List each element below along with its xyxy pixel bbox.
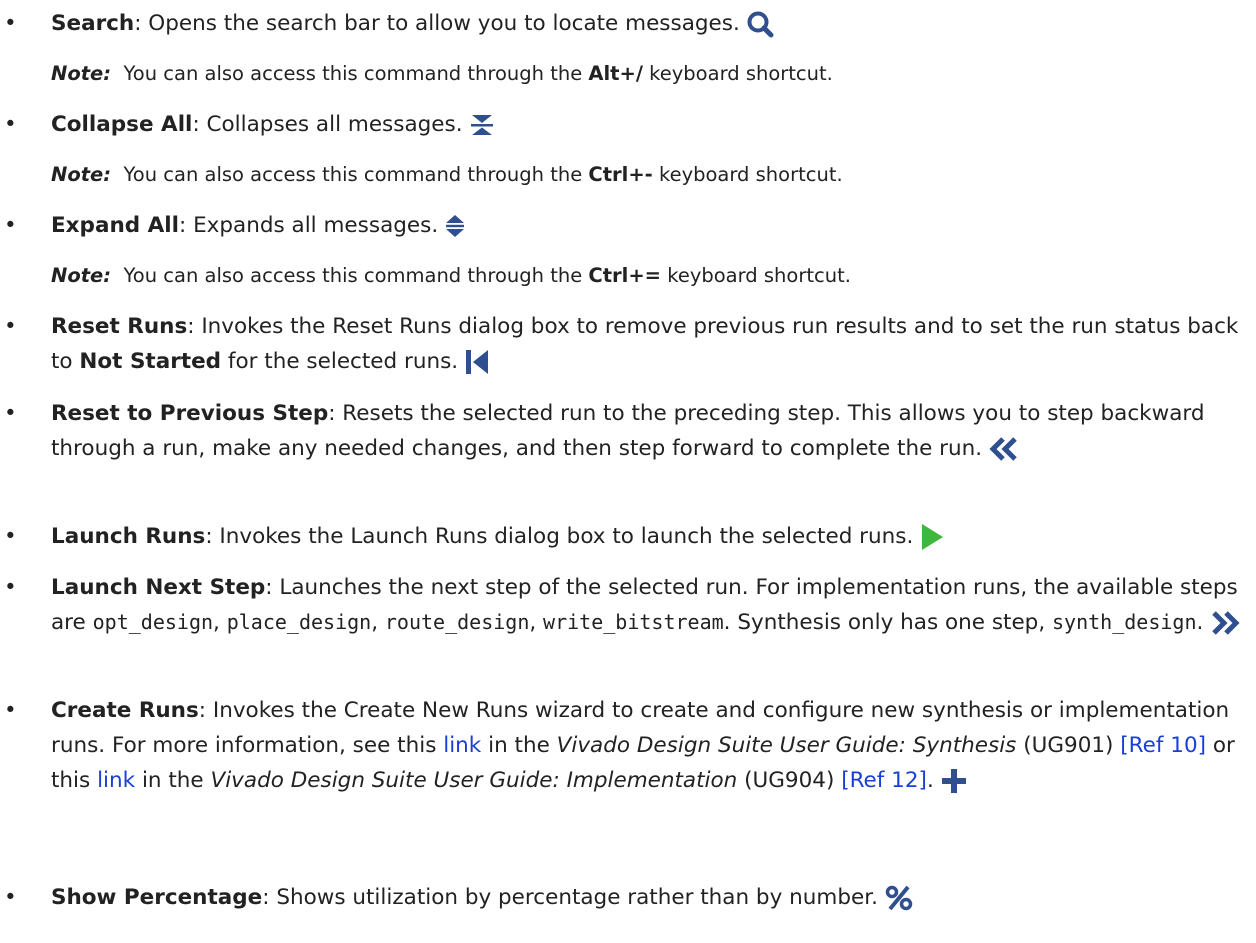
item-text: Expand All: Expands all messages. xyxy=(51,208,1246,243)
collapse-all-icon xyxy=(469,113,495,137)
note-prefix: You can also access this command through… xyxy=(123,163,583,186)
ref-10-link[interactable]: [Ref 10] xyxy=(1120,733,1206,758)
item-text: Collapse All: Collapses all messages. xyxy=(51,107,1246,142)
reset-previous-step-icon xyxy=(988,437,1020,461)
note-expand-all: Note: You can also access this command t… xyxy=(51,258,851,293)
implementation-link[interactable]: link xyxy=(97,768,135,793)
separator: , xyxy=(529,610,544,635)
command-description: . Synthesis only has one step, xyxy=(723,610,1052,635)
command-description: : Invokes the Launch Runs dialog box to … xyxy=(205,524,914,549)
command-name: Reset Runs xyxy=(51,314,188,339)
book-title: Vivado Design Suite User Guide: Implemen… xyxy=(210,768,738,793)
bullet: • xyxy=(4,524,17,549)
bullet: • xyxy=(4,314,17,339)
command-name: Search xyxy=(51,11,135,36)
command-description: for the selected runs. xyxy=(221,349,459,374)
search-icon xyxy=(746,10,774,38)
command-description: in the xyxy=(481,733,557,758)
bullet: • xyxy=(4,401,17,426)
percentage-icon xyxy=(884,885,914,911)
create-runs-icon xyxy=(940,767,968,795)
keyboard-shortcut: Alt+/ xyxy=(588,62,643,85)
item-text: Create Runs: Invokes the Create New Runs… xyxy=(51,693,1246,798)
command-name: Show Percentage xyxy=(51,885,263,910)
bullet: • xyxy=(4,213,17,238)
bullet: • xyxy=(4,698,17,723)
command-description: in the xyxy=(135,768,211,793)
note-suffix: keyboard shortcut. xyxy=(649,62,833,85)
note-suffix: keyboard shortcut. xyxy=(667,264,851,287)
item-text: Reset to Previous Step: Resets the selec… xyxy=(51,396,1246,466)
command-name: Create Runs xyxy=(51,698,199,723)
command-description: : Expands all messages. xyxy=(179,213,439,238)
separator: , xyxy=(371,610,385,635)
launch-next-step-icon xyxy=(1209,611,1241,635)
step-name: write_bitstream xyxy=(543,610,724,634)
command-description: : Opens the search bar to allow you to l… xyxy=(134,11,740,36)
item-text: Search: Opens the search bar to allow yo… xyxy=(51,6,1246,41)
reset-runs-icon xyxy=(464,348,490,376)
step-name: place_design xyxy=(226,610,372,634)
status-text: Not Started xyxy=(79,349,222,374)
note-collapse-all: Note: You can also access this command t… xyxy=(51,157,843,192)
command-name: Launch Next Step xyxy=(51,575,266,600)
note-prefix: You can also access this command through… xyxy=(123,264,583,287)
command-description: : Shows utilization by percentage rather… xyxy=(262,885,878,910)
separator: , xyxy=(213,610,227,635)
step-name: route_design xyxy=(384,610,530,634)
keyboard-shortcut: Ctrl+- xyxy=(588,163,653,186)
keyboard-shortcut: Ctrl+= xyxy=(588,264,662,287)
note-label: Note: xyxy=(51,264,112,287)
command-name: Expand All xyxy=(51,213,180,238)
note-label: Note: xyxy=(51,163,112,186)
note-prefix: You can also access this command through… xyxy=(123,62,583,85)
item-text: Launch Runs: Invokes the Launch Runs dia… xyxy=(51,519,1246,554)
item-text: Launch Next Step: Launches the next step… xyxy=(51,570,1246,640)
ref-12-link[interactable]: [Ref 12] xyxy=(841,768,927,793)
step-name: opt_design xyxy=(92,610,214,634)
expand-all-icon xyxy=(444,214,466,238)
command-name: Collapse All xyxy=(51,112,193,137)
item-text: Reset Runs: Invokes the Reset Runs dialo… xyxy=(51,309,1246,379)
book-title: Vivado Design Suite User Guide: Synthesi… xyxy=(556,733,1017,758)
note-suffix: keyboard shortcut. xyxy=(658,163,843,186)
punctuation: . xyxy=(1196,610,1204,635)
note-label: Note: xyxy=(51,62,112,85)
command-name: Launch Runs xyxy=(51,524,206,549)
bullet: • xyxy=(4,885,17,910)
launch-runs-icon xyxy=(919,522,945,552)
synthesis-link[interactable]: link xyxy=(443,733,481,758)
punctuation: . xyxy=(926,768,934,793)
bullet: • xyxy=(4,575,17,600)
step-name: synth_design xyxy=(1052,610,1197,634)
doc-number: (UG904) xyxy=(737,768,842,793)
command-name: Reset to Previous Step xyxy=(51,401,329,426)
note-search: Note: You can also access this command t… xyxy=(51,56,833,91)
doc-number: (UG901) xyxy=(1016,733,1121,758)
item-text: Show Percentage: Shows utilization by pe… xyxy=(51,880,1246,915)
command-description: : Collapses all messages. xyxy=(192,112,463,137)
bullet: • xyxy=(4,11,17,36)
bullet: • xyxy=(4,112,17,137)
